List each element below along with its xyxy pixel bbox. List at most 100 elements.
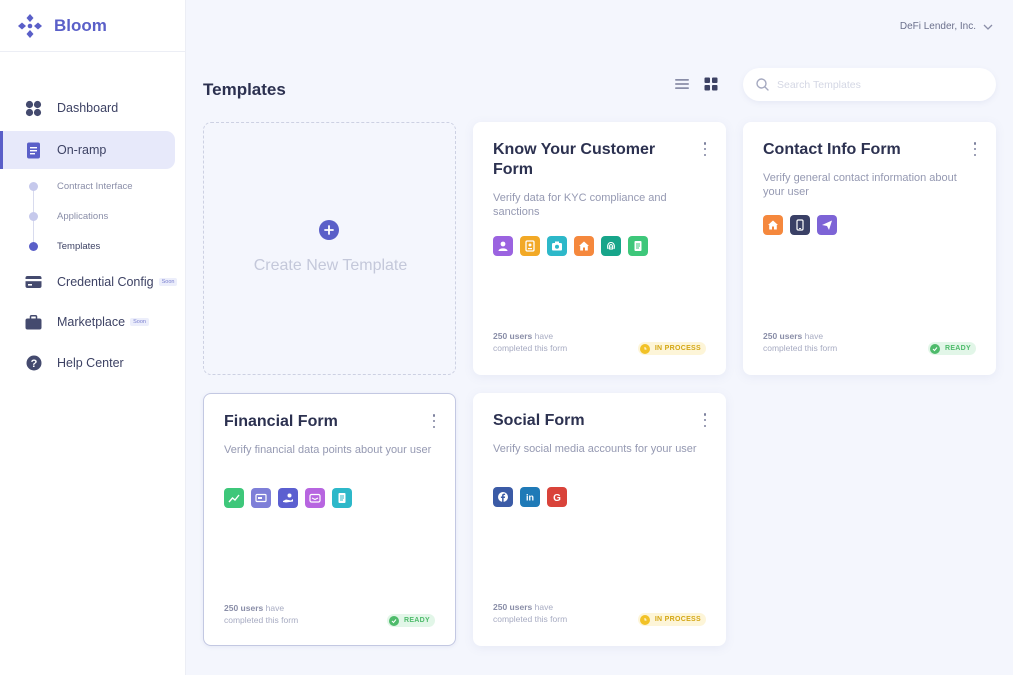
completed-text: completed this form xyxy=(493,614,568,624)
card-description: Verify financial data points about your … xyxy=(224,444,432,456)
more-options-icon[interactable] xyxy=(701,142,709,156)
chevron-down-icon xyxy=(983,24,993,30)
template-card-contact-info[interactable]: Contact Info Form Verify general contact… xyxy=(743,122,996,375)
grid-view-button[interactable] xyxy=(703,76,719,92)
list-view-button[interactable] xyxy=(674,76,690,92)
card-title: Financial Form xyxy=(224,413,338,430)
clock-icon xyxy=(639,614,650,625)
card-usage-text: 250 users have completed this form xyxy=(493,330,567,354)
credit-card-icon xyxy=(25,274,42,291)
status-badge: READY xyxy=(386,614,435,627)
sidebar-item-label: Dashboard xyxy=(57,101,119,115)
chart-line-icon xyxy=(224,488,244,508)
card-description: Verify general contact information about… xyxy=(763,172,957,198)
phone-icon xyxy=(790,215,810,235)
dashboard-icon xyxy=(25,100,42,117)
completed-text: completed this form xyxy=(763,343,838,353)
soon-badge: Soon xyxy=(130,318,149,326)
google-icon: G xyxy=(547,487,567,507)
status-label: IN PROCESS xyxy=(654,616,701,623)
status-badge: IN PROCESS xyxy=(637,613,706,626)
card-title: Contact Info Form xyxy=(763,141,901,158)
home-icon xyxy=(763,215,783,235)
card-icon xyxy=(251,488,271,508)
status-label: READY xyxy=(403,617,430,624)
create-template-card[interactable]: Create New Template xyxy=(203,122,456,375)
sidebar-item-label: Credential Config xyxy=(57,275,154,289)
completed-text: completed this form xyxy=(224,615,299,625)
document-icon xyxy=(628,236,648,256)
card-usage-text: 250 users have completed this form xyxy=(224,602,298,626)
users-suffix: have xyxy=(265,603,285,613)
search-input[interactable] xyxy=(777,78,977,91)
wallet-icon xyxy=(305,488,325,508)
completed-text: completed this form xyxy=(493,343,568,353)
svg-text:G: G xyxy=(553,493,561,503)
briefcase-icon xyxy=(25,314,42,331)
more-options-icon[interactable] xyxy=(971,142,979,156)
sidebar-subitem-applications[interactable]: Applications xyxy=(29,211,108,222)
status-label: READY xyxy=(944,345,971,352)
card-icon-row xyxy=(224,488,359,508)
plus-icon xyxy=(319,220,339,240)
card-icon-row xyxy=(763,215,844,235)
sidebar-item-label: Marketplace xyxy=(57,315,126,329)
users-suffix: have xyxy=(804,331,824,341)
template-card-financial[interactable]: Financial Form Verify financial data poi… xyxy=(203,393,456,646)
sidebar-item-help-center[interactable]: ? Help Center xyxy=(0,344,175,382)
sidebar-item-credential-config[interactable]: Credential Config Soon xyxy=(0,263,178,301)
users-count: 250 users xyxy=(763,331,803,341)
receipt-icon xyxy=(332,488,352,508)
sidebar-item-on-ramp[interactable]: On-ramp xyxy=(0,131,175,169)
template-card-kyc[interactable]: Know Your Customer Form Verify data for … xyxy=(473,122,726,375)
more-options-icon[interactable] xyxy=(430,414,438,428)
sidebar: Bloom Dashboard On-ramp Contract Interfa… xyxy=(0,0,186,675)
status-label: IN PROCESS xyxy=(654,345,701,352)
id-badge-icon xyxy=(520,236,540,256)
users-suffix: have xyxy=(534,331,554,341)
users-count: 250 users xyxy=(224,603,264,613)
card-description: Verify data for KYC compliance and sanct… xyxy=(493,192,667,218)
soon-badge: Soon xyxy=(158,278,178,286)
grid-icon xyxy=(704,77,718,91)
facebook-icon xyxy=(493,487,513,507)
brand[interactable]: Bloom xyxy=(0,0,185,52)
more-options-icon[interactable] xyxy=(701,413,709,427)
sidebar-item-dashboard[interactable]: Dashboard xyxy=(0,89,175,127)
camera-icon xyxy=(547,236,567,256)
users-suffix: have xyxy=(534,602,554,612)
card-icon-row: in G xyxy=(493,487,574,507)
card-description: Verify social media accounts for your us… xyxy=(493,443,697,455)
search-bar[interactable] xyxy=(743,68,996,101)
sidebar-subitem-contract-interface[interactable]: Contract Interface xyxy=(29,181,133,192)
linkedin-icon: in xyxy=(520,487,540,507)
card-usage-text: 250 users have completed this form xyxy=(493,601,567,625)
card-icon-row xyxy=(493,236,655,256)
sidebar-item-marketplace[interactable]: Marketplace Soon xyxy=(0,303,175,341)
subnav-dot xyxy=(29,212,38,221)
brand-name: Bloom xyxy=(54,15,107,35)
check-icon xyxy=(929,343,940,354)
sidebar-subitem-label: Contract Interface xyxy=(57,181,133,192)
account-menu[interactable]: DeFi Lender, Inc. xyxy=(900,21,993,32)
create-template-label: Create New Template xyxy=(253,257,408,274)
template-card-social[interactable]: Social Form Verify social media accounts… xyxy=(473,393,726,646)
svg-text:in: in xyxy=(526,493,534,503)
users-count: 250 users xyxy=(493,602,533,612)
user-icon xyxy=(493,236,513,256)
home-icon xyxy=(574,236,594,256)
sidebar-item-label: Help Center xyxy=(57,356,124,370)
bloom-logo-icon xyxy=(18,13,42,38)
document-icon xyxy=(25,142,42,159)
help-icon: ? xyxy=(25,355,42,372)
hand-coin-icon xyxy=(278,488,298,508)
subnav-dot xyxy=(29,242,38,251)
sidebar-subitem-templates[interactable]: Templates xyxy=(29,241,100,252)
sidebar-subitem-label: Templates xyxy=(57,241,101,252)
svg-text:?: ? xyxy=(30,358,37,370)
check-icon xyxy=(388,615,399,626)
card-usage-text: 250 users have completed this form xyxy=(763,330,837,354)
status-badge: IN PROCESS xyxy=(637,342,706,355)
list-icon xyxy=(675,79,689,89)
sidebar-item-label: On-ramp xyxy=(57,143,107,157)
